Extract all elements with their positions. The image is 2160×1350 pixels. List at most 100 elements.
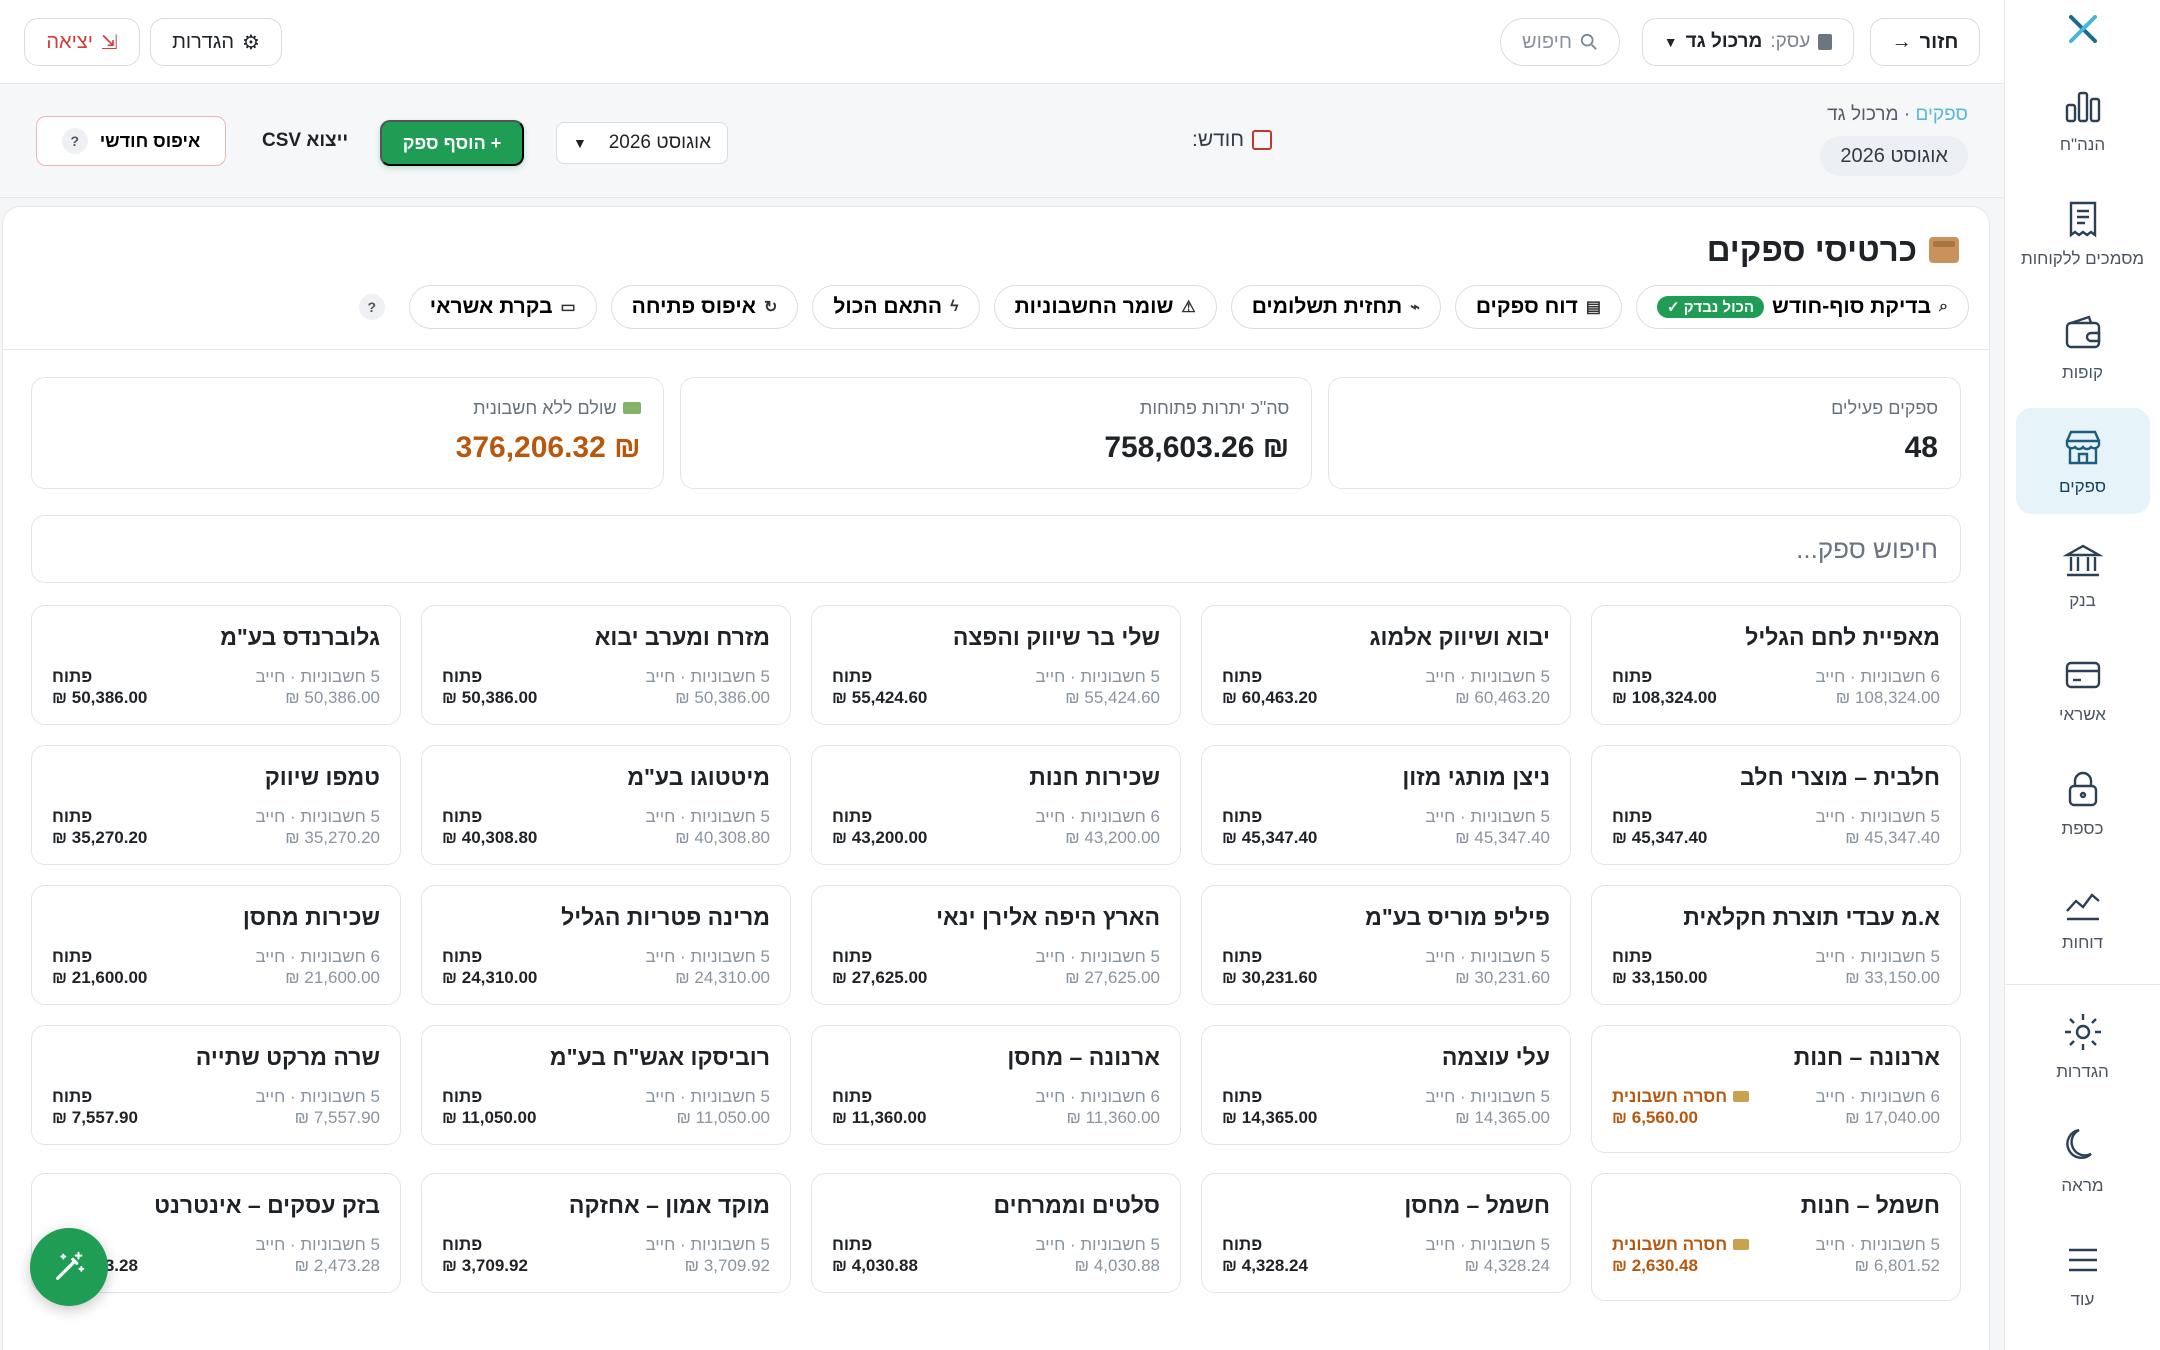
status-text: פתוח [1612, 807, 1653, 826]
supplier-card[interactable]: שכירות חנות 6 חשבוניות · חייב 43,200.00 ₪ פ… [811, 745, 1181, 865]
status-text: פתוח [442, 1235, 483, 1254]
supplier-card[interactable]: סלטים וממרחים 5 חשבוניות · חייב 4,030.88 ₪… [811, 1173, 1181, 1293]
supplier-card[interactable]: שלי בר שיווק והפצה 5 חשבוניות · חייב 55,42… [811, 605, 1181, 725]
monthly-reset-label: איפוס חודשי [99, 130, 201, 151]
month-select[interactable]: אוגוסט 2026 ▼ [556, 122, 728, 164]
supplier-balance: 11,360.00 ₪ [1066, 1108, 1160, 1127]
rail-item-registers[interactable]: קופות [2016, 294, 2150, 400]
supplier-status: פתוח 55,424.60 ₪ [832, 666, 927, 708]
rail-item-customer-docs[interactable]: מסמכים ללקוחות [2016, 180, 2150, 286]
supplier-card[interactable]: ארנונה – מחסן 6 חשבוניות · חייב 11,360.00 … [811, 1025, 1181, 1145]
search-icon [1580, 33, 1597, 50]
supplier-card[interactable]: חשמל – חנות 5 חשבוניות · חייב 6,801.52 ₪ חס… [1591, 1173, 1961, 1301]
chart-line-icon [2065, 893, 2100, 921]
help-icon[interactable]: ? [358, 294, 385, 320]
status-amount: 6,560.00 ₪ [1612, 1108, 1698, 1127]
supplier-balance: 45,347.40 ₪ [1845, 828, 1940, 847]
status-text: פתוח [52, 1087, 93, 1106]
invoice-keeper-button[interactable]: ⚠ שומר החשבוניות [993, 285, 1217, 329]
rail-item-suppliers[interactable]: ספקים [2015, 408, 2150, 514]
supplier-name: סלטים וממרחים [993, 1192, 1160, 1218]
supplier-card[interactable]: מוקד אמון – אחזקה 5 חשבוניות · חייב 3,709.… [421, 1173, 791, 1293]
supplier-name: מרינה פטריות הגליל [561, 904, 770, 930]
supplier-card[interactable]: מיטטוגו בע"מ 5 חשבוניות · חייב 40,308.80 ₪… [421, 745, 791, 865]
add-supplier-button[interactable]: + הוסף ספק [380, 120, 524, 166]
invoice-count: 5 חשבוניות · חייב [1425, 667, 1550, 686]
supplier-card[interactable]: גלוברנדס בע"מ 5 חשבוניות · חייב 50,386.00 … [31, 605, 401, 725]
status-text: פתוח [1222, 667, 1263, 686]
supplier-card[interactable]: א.מ עבדי תוצרת חקלאית 5 חשבוניות · חייב 33… [1591, 885, 1961, 1005]
supplier-card[interactable]: שרה מרקט שתייה 5 חשבוניות · חייב 7,557.90 … [31, 1025, 401, 1145]
magic-wand-button[interactable] [30, 1228, 108, 1306]
business-prefix: עסק: [1770, 31, 1811, 52]
rail-item-accounting[interactable]: הנה"ח [2016, 66, 2150, 172]
status-text: פתוח [52, 667, 93, 686]
status-label: פתוח [832, 1086, 926, 1107]
stat-paid-without-invoice: שולם ללא חשבונית ₪ 376,206.32 [30, 377, 664, 489]
status-text: פתוח [442, 1087, 483, 1106]
search-label: חיפוש [1522, 30, 1572, 53]
supplier-meta: 5 חשבוניות · חייב 7,557.90 ₪ [255, 1086, 380, 1128]
supplier-balance: 24,310.00 ₪ [675, 968, 770, 987]
rail-item-more[interactable]: עוד [2016, 1221, 2150, 1327]
supplier-card[interactable]: הארץ היפה אלירן ינאי 5 חשבוניות · חייב 27,… [811, 885, 1181, 1005]
status-text: פתוח [832, 1235, 873, 1254]
rail-label: הנה"ח [2059, 135, 2106, 154]
export-csv-button[interactable]: ייצוא CSV [262, 130, 348, 152]
logout-label: יציאה [46, 30, 93, 53]
settings-label: הגדרות [172, 30, 234, 53]
supplier-name: חשמל – מחסן [1404, 1192, 1550, 1218]
month-label-text: חודש: [1192, 128, 1245, 151]
opening-reset-button[interactable]: ↻ איפוס פתיחה [610, 285, 799, 329]
status-text: חסרה חשבונית [1612, 1087, 1728, 1106]
settings-button[interactable]: ⚙ הגדרות [150, 18, 282, 66]
supplier-card[interactable]: מרינה פטריות הגליל 5 חשבוניות · חייב 24,31… [421, 885, 791, 1005]
credit-control-button[interactable]: ▭ בקרת אשראי [408, 285, 597, 329]
payment-forecast-button[interactable]: ⌁ תחזית תשלומים [1230, 285, 1441, 329]
status-amount: 7,557.90 ₪ [52, 1108, 138, 1127]
month-end-check-button[interactable]: ⌕ בדיקת סוף-חודש הכול נבדק ✓ [1635, 285, 1969, 329]
rail-label: קופות [2062, 363, 2103, 382]
rail-item-vault[interactable]: כספת [2016, 750, 2150, 856]
help-icon[interactable]: ? [61, 128, 88, 154]
supplier-card[interactable]: מזרח ומערב יבוא 5 חשבוניות · חייב 50,386.0… [421, 605, 791, 725]
app-logo[interactable] [2063, 0, 2103, 58]
rail-item-appearance[interactable]: מראה [2016, 1107, 2150, 1213]
monthly-reset-button[interactable]: איפוס חודשי ? [36, 116, 226, 166]
invoice-count: 6 חשבוניות · חייב [1035, 1087, 1160, 1106]
supplier-card[interactable]: טמפו שיווק 5 חשבוניות · חייב 35,270.20 ₪ פת… [31, 745, 401, 865]
rail-item-credit[interactable]: אשראי [2016, 636, 2150, 742]
global-search[interactable]: חיפוש [1500, 18, 1620, 66]
logout-button[interactable]: ⇲ יציאה [24, 18, 140, 66]
month-label: חודש: [1192, 128, 1273, 152]
supplier-name: ניצן מותגי מזון [1402, 764, 1550, 790]
chevron-down-icon: ▼ [573, 135, 587, 151]
breadcrumb-suppliers[interactable]: ספקים [1915, 104, 1968, 125]
rail-item-settings[interactable]: הגדרות [2016, 993, 2150, 1099]
supplier-card[interactable]: ארנונה – חנות 6 חשבוניות · חייב 17,040.00 … [1591, 1025, 1961, 1153]
supplier-card[interactable]: שכירות מחסן 6 חשבוניות · חייב 21,600.00 ₪ פ… [31, 885, 401, 1005]
supplier-card[interactable]: יבוא ושיווק אלמוג 5 חשבוניות · חייב 60,463… [1201, 605, 1571, 725]
rail-item-bank[interactable]: בנק [2016, 522, 2150, 628]
supplier-card[interactable]: מאפיית לחם הגליל 6 חשבוניות · חייב 108,324… [1591, 605, 1961, 725]
status-text: פתוח [1222, 807, 1263, 826]
supplier-card[interactable]: ניצן מותגי מזון 5 חשבוניות · חייב 45,347.4… [1201, 745, 1571, 865]
supplier-name: שלי בר שיווק והפצה [952, 624, 1160, 650]
match-all-button[interactable]: ϟ התאם הכול [812, 285, 980, 329]
supplier-card[interactable]: פיליפ מוריס בע"מ 5 חשבוניות · חייב 30,231.… [1201, 885, 1571, 1005]
status-label: פתוח [1612, 806, 1707, 827]
supplier-card[interactable]: עלי עוצמה 5 חשבוניות · חייב 14,365.00 ₪ פתו… [1201, 1025, 1571, 1145]
status-text: פתוח [1612, 667, 1653, 686]
supplier-status: חסרה חשבונית 2,630.48 ₪ [1612, 1234, 1750, 1276]
search-icon: ⌕ [1939, 298, 1948, 315]
supplier-card[interactable]: חלבית – מוצרי חלב 5 חשבוניות · חייב 45,347… [1591, 745, 1961, 865]
suppliers-report-button[interactable]: ▤ דוח ספקים [1454, 285, 1622, 329]
stats-row: ספקים פעילים 48 סה"כ יתרות פתוחות ₪ 758,… [30, 377, 1961, 489]
supplier-card[interactable]: חשמל – מחסן 5 חשבוניות · חייב 4,328.24 ₪ פת… [1201, 1173, 1571, 1293]
supplier-card[interactable]: רוביסקו אגש"ח בע"מ 5 חשבוניות · חייב 11,05… [421, 1025, 791, 1145]
business-selector[interactable]: עסק: מרכול גד ▼ [1642, 18, 1854, 66]
status-amount: 60,463.20 ₪ [1222, 688, 1318, 707]
rail-item-reports[interactable]: דוחות [2016, 864, 2150, 970]
supplier-search-input[interactable]: חיפוש ספק... [31, 515, 1961, 583]
back-button[interactable]: חזור → [1870, 18, 1980, 66]
